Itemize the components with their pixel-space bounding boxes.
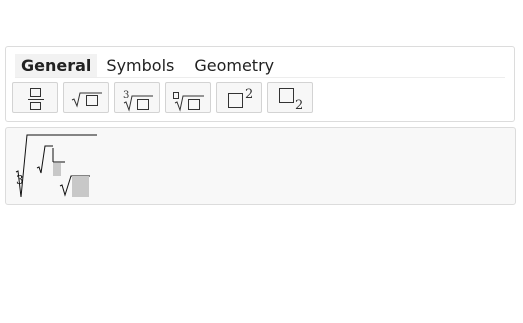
square-root-icon: [71, 92, 102, 108]
tab-geometry[interactable]: Geometry: [188, 54, 280, 77]
math-toolbar: General Symbols Geometry 3 2 2: [5, 46, 515, 122]
inner-radical-top: [36, 145, 53, 174]
template-buttons: 3 2 2: [12, 82, 313, 113]
superscript-icon: 2: [228, 87, 253, 108]
radicand-placeholder: [72, 176, 89, 197]
subscript-number: 2: [295, 98, 303, 113]
cube-root-index: 3: [123, 90, 129, 101]
subscript-button[interactable]: 2: [267, 82, 313, 113]
nth-root-button[interactable]: [165, 82, 211, 113]
outer-root-index: 3: [16, 173, 24, 187]
tab-general[interactable]: General: [15, 53, 98, 77]
square-root-button[interactable]: [63, 82, 109, 113]
fraction-icon: [28, 88, 44, 110]
superscript-button[interactable]: 2: [216, 82, 262, 113]
inner-placeholder: [53, 163, 61, 176]
formula-editor[interactable]: 3: [5, 127, 516, 205]
tab-bar: General Symbols Geometry: [15, 53, 505, 78]
cube-root-button[interactable]: 3: [114, 82, 160, 113]
fraction-button[interactable]: [12, 82, 58, 113]
superscript-exponent: 2: [245, 87, 253, 102]
subscript-icon: 2: [279, 88, 303, 113]
tab-symbols[interactable]: Symbols: [100, 54, 180, 77]
cube-root-icon: 3: [123, 90, 153, 112]
formula-canvas: 3: [15, 134, 97, 198]
nth-root-icon: [173, 92, 204, 112]
